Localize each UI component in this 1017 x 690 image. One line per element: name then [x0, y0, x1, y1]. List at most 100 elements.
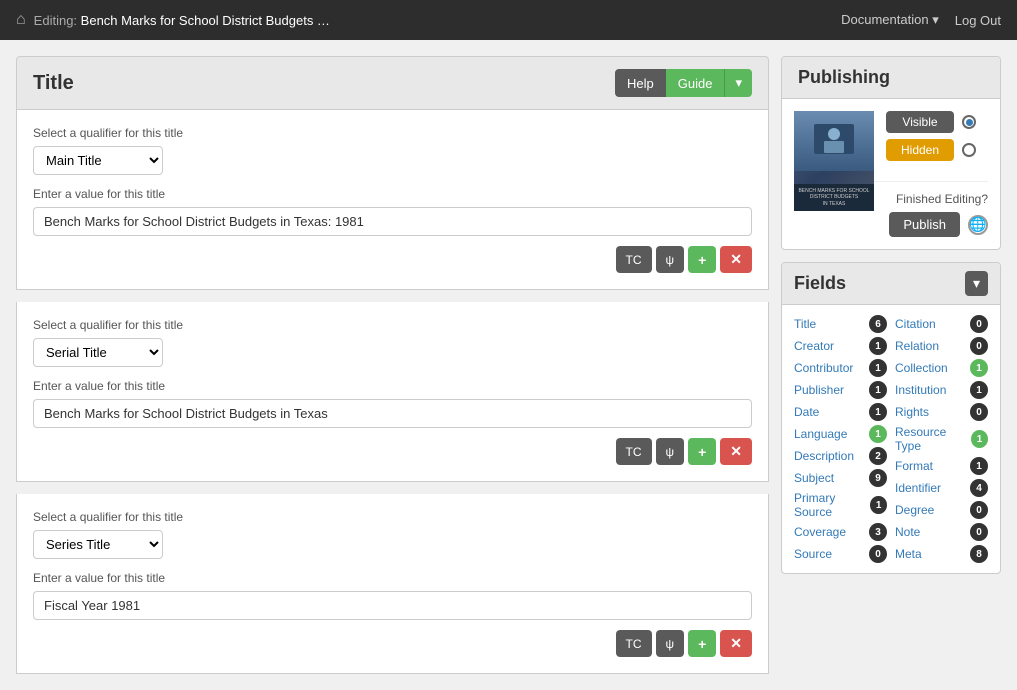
field-item-relation: Relation 0	[891, 335, 992, 357]
field-link-description[interactable]: Description	[794, 449, 854, 463]
field-badge-language: 1	[869, 425, 887, 443]
field-item-note: Note 0	[891, 521, 992, 543]
field-badge-publisher: 1	[869, 381, 887, 399]
hidden-button[interactable]: Hidden	[886, 139, 954, 161]
field-badge-creator: 1	[869, 337, 887, 355]
hidden-radio[interactable]	[962, 143, 976, 157]
field-link-note[interactable]: Note	[895, 525, 920, 539]
field-item-meta: Meta 8	[891, 543, 992, 565]
thumbnail-figure-icon	[809, 119, 859, 164]
field-link-identifier[interactable]: Identifier	[895, 481, 941, 495]
field-badge-contributor: 1	[869, 359, 887, 377]
qualifier-select-2[interactable]: Main Title Serial Title Series Title Uni…	[33, 338, 163, 367]
field-item-description: Description 2	[790, 445, 891, 467]
plus-button-3[interactable]: +	[688, 630, 716, 657]
field-item-publisher: Publisher 1	[790, 379, 891, 401]
field-badge-citation: 0	[970, 315, 988, 333]
field-link-rights[interactable]: Rights	[895, 405, 929, 419]
field-badge-collection: 1	[970, 359, 988, 377]
field-item-rights: Rights 0	[891, 401, 992, 423]
title-input-3[interactable]	[33, 591, 752, 620]
field-link-contributor[interactable]: Contributor	[794, 361, 853, 375]
publishing-box: Publishing BENCH MARKS FOR SCHOOLDISTRI	[781, 56, 1001, 250]
field-link-collection[interactable]: Collection	[895, 361, 948, 375]
title-input-2[interactable]	[33, 399, 752, 428]
minus-button-1[interactable]: ✕	[720, 246, 752, 273]
fields-expand-button[interactable]: ▾	[965, 271, 988, 296]
fields-left-column: Title 6 Creator 1 Contributor 1 Publishe…	[790, 313, 891, 565]
globe-icon: 🌐	[968, 215, 988, 235]
field-item-contributor: Contributor 1	[790, 357, 891, 379]
field-link-citation[interactable]: Citation	[895, 317, 936, 331]
qualifier-select-3[interactable]: Main Title Serial Title Series Title Uni…	[33, 530, 163, 559]
fields-box-header: Fields ▾	[782, 263, 1000, 305]
publish-row: Publish 🌐	[794, 212, 988, 237]
field-link-source[interactable]: Source	[794, 547, 832, 561]
action-buttons-3: TC ψ + ✕	[33, 630, 752, 657]
field-link-format[interactable]: Format	[895, 459, 933, 473]
tc-button-1[interactable]: TC	[616, 246, 652, 273]
field-link-resource-type[interactable]: Resource Type	[895, 425, 971, 453]
field-link-relation[interactable]: Relation	[895, 339, 939, 353]
top-nav-links: Documentation ▾ Log Out	[841, 12, 1001, 28]
action-buttons-1: TC ψ + ✕	[33, 246, 752, 273]
field-item-collection: Collection 1	[891, 357, 992, 379]
field-badge-institution: 1	[970, 381, 988, 399]
plus-button-1[interactable]: +	[688, 246, 716, 273]
field-link-degree[interactable]: Degree	[895, 503, 934, 517]
tc-button-2[interactable]: TC	[616, 438, 652, 465]
thumbnail-text: BENCH MARKS FOR SCHOOLDISTRICT BUDGETSIN…	[794, 184, 874, 212]
field-link-creator[interactable]: Creator	[794, 339, 834, 353]
field-link-meta[interactable]: Meta	[895, 547, 922, 561]
publishing-title: Publishing	[782, 57, 1000, 99]
plus-button-2[interactable]: +	[688, 438, 716, 465]
field-link-language[interactable]: Language	[794, 427, 847, 441]
right-panel: Publishing BENCH MARKS FOR SCHOOLDISTRI	[781, 56, 1001, 674]
thumbnail-placeholder: BENCH MARKS FOR SCHOOLDISTRICT BUDGETSIN…	[794, 111, 874, 211]
documentation-link[interactable]: Documentation ▾	[841, 12, 939, 28]
dropdown-arrow-icon: ▾	[932, 12, 939, 27]
field-link-date[interactable]: Date	[794, 405, 819, 419]
title-block-1: Select a qualifier for this title Main T…	[16, 110, 769, 290]
qualifier-select-1[interactable]: Main Title Serial Title Series Title Uni…	[33, 146, 163, 175]
field-badge-note: 0	[970, 523, 988, 541]
visible-radio[interactable]	[962, 115, 976, 129]
value-label-3: Enter a value for this title	[33, 571, 752, 585]
field-badge-format: 1	[970, 457, 988, 475]
field-badge-date: 1	[869, 403, 887, 421]
field-badge-identifier: 4	[970, 479, 988, 497]
title-section-header: Title Help Guide ▾	[16, 56, 769, 110]
title-block-2: Select a qualifier for this title Main T…	[16, 302, 769, 482]
value-label-1: Enter a value for this title	[33, 187, 752, 201]
field-link-institution[interactable]: Institution	[895, 383, 946, 397]
guide-button[interactable]: Guide	[666, 69, 725, 97]
tc-button-3[interactable]: TC	[616, 630, 652, 657]
field-item-citation: Citation 0	[891, 313, 992, 335]
field-link-publisher[interactable]: Publisher	[794, 383, 844, 397]
editing-label: Editing: Bench Marks for School District…	[34, 13, 841, 28]
title-input-1[interactable]	[33, 207, 752, 236]
visible-button[interactable]: Visible	[886, 111, 954, 133]
publishing-content: BENCH MARKS FOR SCHOOLDISTRICT BUDGETSIN…	[782, 99, 1000, 249]
field-item-creator: Creator 1	[790, 335, 891, 357]
home-icon[interactable]: ⌂	[16, 11, 26, 29]
psi-button-2[interactable]: ψ	[656, 438, 685, 465]
field-link-primary-source[interactable]: Primary Source	[794, 491, 870, 519]
logout-link[interactable]: Log Out	[955, 13, 1001, 28]
fields-grid: Title 6 Creator 1 Contributor 1 Publishe…	[782, 305, 1000, 573]
field-link-coverage[interactable]: Coverage	[794, 525, 846, 539]
field-item-language: Language 1	[790, 423, 891, 445]
help-button[interactable]: Help	[615, 69, 666, 97]
field-link-subject[interactable]: Subject	[794, 471, 834, 485]
psi-button-3[interactable]: ψ	[656, 630, 685, 657]
field-link-title[interactable]: Title	[794, 317, 816, 331]
guide-dropdown-button[interactable]: ▾	[724, 69, 752, 97]
minus-button-2[interactable]: ✕	[720, 438, 752, 465]
field-item-resource-type: Resource Type 1	[891, 423, 992, 455]
field-badge-description: 2	[869, 447, 887, 465]
psi-button-1[interactable]: ψ	[656, 246, 685, 273]
publish-button[interactable]: Publish	[889, 212, 960, 237]
field-item-coverage: Coverage 3	[790, 521, 891, 543]
main-container: Title Help Guide ▾ Select a qualifier fo…	[0, 40, 1017, 690]
minus-button-3[interactable]: ✕	[720, 630, 752, 657]
